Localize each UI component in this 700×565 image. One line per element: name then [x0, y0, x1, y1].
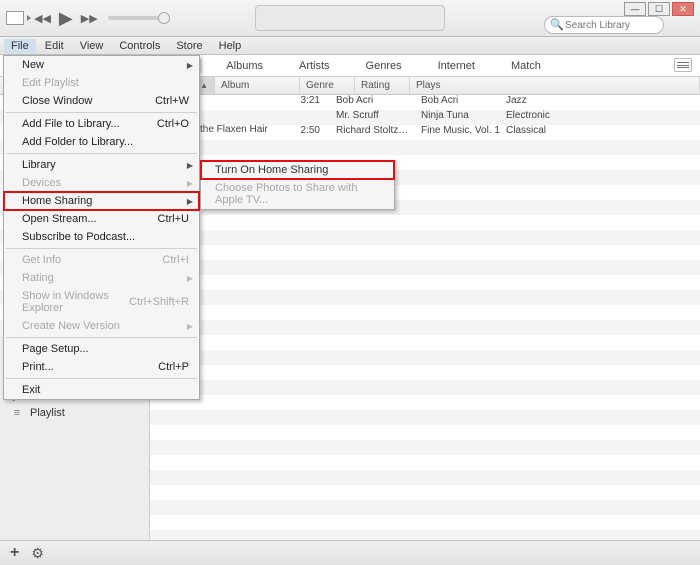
- col-genre[interactable]: Genre: [300, 77, 355, 94]
- table-row[interactable]: 2:50 Richard Stoltzman/S... Fine Music, …: [200, 125, 700, 140]
- now-playing-display: [255, 5, 445, 31]
- menu-item-add-folder[interactable]: Add Folder to Library...: [4, 133, 199, 151]
- menu-item-edit-playlist: Edit Playlist: [4, 74, 199, 92]
- menu-item-devices: Devices: [4, 174, 199, 192]
- tab-internet[interactable]: Internet: [426, 58, 487, 74]
- add-button[interactable]: +: [10, 544, 19, 562]
- menu-item-page-setup[interactable]: Page Setup...: [4, 340, 199, 358]
- close-button[interactable]: ✕: [672, 2, 694, 16]
- menu-item-new[interactable]: New: [4, 56, 199, 74]
- list-view-button[interactable]: [674, 58, 692, 72]
- menu-item-exit[interactable]: Exit: [4, 381, 199, 399]
- home-sharing-submenu: Turn On Home Sharing Choose Photos to Sh…: [200, 160, 395, 210]
- menu-item-create-version: Create New Version: [4, 317, 199, 335]
- tab-match[interactable]: Match: [499, 58, 553, 74]
- track-name-fragment: the Flaxen Hair: [200, 124, 268, 135]
- menu-item-show-explorer: Show in Windows ExplorerCtrl+Shift+R: [4, 287, 199, 317]
- sort-asc-icon: ▲: [200, 81, 208, 90]
- sidebar-item-playlist[interactable]: ≡Playlist: [0, 405, 149, 421]
- menu-item-choose-photos: Choose Photos to Share with Apple TV...: [201, 179, 394, 209]
- menu-item-add-file[interactable]: Add File to Library...Ctrl+O: [4, 115, 199, 133]
- gear-button[interactable]: ⚙: [31, 545, 44, 562]
- menu-item-get-info: Get InfoCtrl+I: [4, 251, 199, 269]
- col-rating[interactable]: Rating: [355, 77, 410, 94]
- tab-albums[interactable]: Albums: [214, 58, 275, 74]
- play-button[interactable]: ▶: [59, 8, 73, 29]
- file-menu: New Edit Playlist Close WindowCtrl+W Add…: [3, 55, 200, 400]
- menu-item-close-window[interactable]: Close WindowCtrl+W: [4, 92, 199, 110]
- player-toolbar: ◀◀ ▶ ▶▶ — ☐ ✕ 🔍: [0, 0, 700, 37]
- playlist-icon: ≡: [10, 407, 24, 419]
- menu-controls[interactable]: Controls: [112, 39, 167, 53]
- minimize-button[interactable]: —: [624, 2, 646, 16]
- table-row[interactable]: Mr. Scruff Ninja Tuna Electronic: [200, 110, 700, 125]
- col-album[interactable]: Album: [215, 77, 300, 94]
- col-plays[interactable]: Plays: [410, 77, 700, 94]
- menu-view[interactable]: View: [73, 39, 111, 53]
- menu-store[interactable]: Store: [169, 39, 209, 53]
- menu-item-library[interactable]: Library: [4, 156, 199, 174]
- menu-item-rating: Rating: [4, 269, 199, 287]
- prev-track-button[interactable]: ◀◀: [34, 12, 51, 25]
- table-row[interactable]: 3:21 Bob Acri Bob Acri Jazz: [200, 95, 700, 110]
- volume-slider[interactable]: [108, 16, 168, 20]
- tab-artists[interactable]: Artists: [287, 58, 342, 74]
- menubar: File Edit View Controls Store Help: [0, 37, 700, 55]
- menu-item-print[interactable]: Print...Ctrl+P: [4, 358, 199, 376]
- bottom-bar: + ⚙: [0, 540, 700, 565]
- menu-item-subscribe-podcast[interactable]: Subscribe to Podcast...: [4, 228, 199, 246]
- menu-edit[interactable]: Edit: [38, 39, 71, 53]
- menu-file[interactable]: File: [4, 39, 36, 53]
- menu-item-turn-on-home-sharing[interactable]: Turn On Home Sharing: [201, 161, 394, 179]
- maximize-button[interactable]: ☐: [648, 2, 670, 16]
- search-icon: 🔍: [550, 18, 564, 31]
- menu-item-open-stream[interactable]: Open Stream...Ctrl+U: [4, 210, 199, 228]
- menu-help[interactable]: Help: [212, 39, 249, 53]
- mini-player-toggle[interactable]: [6, 11, 24, 25]
- menu-item-home-sharing[interactable]: Home Sharing: [4, 192, 199, 210]
- tab-genres[interactable]: Genres: [354, 58, 414, 74]
- next-track-button[interactable]: ▶▶: [81, 12, 98, 25]
